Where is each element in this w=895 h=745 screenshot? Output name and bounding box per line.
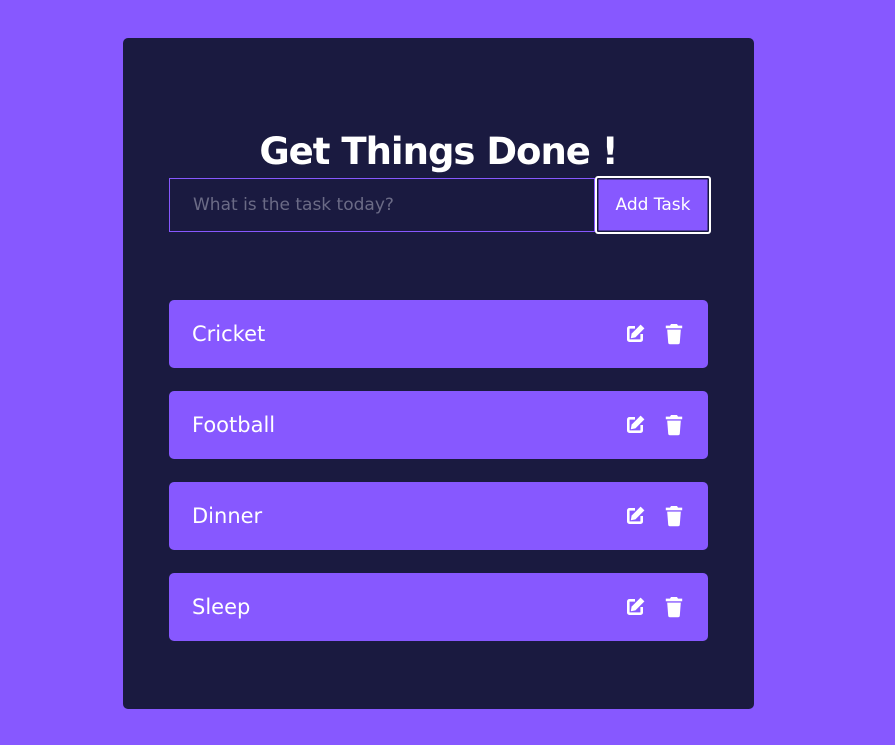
todo-actions <box>623 504 686 528</box>
edit-icon[interactable] <box>623 322 647 346</box>
todo-label[interactable]: Football <box>192 413 275 437</box>
todo-card: Get Things Done ! Add Task Cricket Footb… <box>123 38 754 709</box>
todo-item: Football <box>169 391 708 459</box>
todo-label[interactable]: Sleep <box>192 595 250 619</box>
todo-item: Cricket <box>169 300 708 368</box>
todo-label[interactable]: Cricket <box>192 322 265 346</box>
todo-label[interactable]: Dinner <box>192 504 262 528</box>
todo-actions <box>623 595 686 619</box>
edit-icon[interactable] <box>623 413 647 437</box>
todo-item: Sleep <box>169 573 708 641</box>
add-task-button[interactable]: Add Task <box>595 176 711 234</box>
trash-icon[interactable] <box>662 413 686 437</box>
edit-icon[interactable] <box>623 504 647 528</box>
trash-icon[interactable] <box>662 322 686 346</box>
trash-icon[interactable] <box>662 504 686 528</box>
edit-icon[interactable] <box>623 595 647 619</box>
task-input[interactable] <box>169 178 595 232</box>
todo-item: Dinner <box>169 482 708 550</box>
page-title: Get Things Done ! <box>259 130 618 173</box>
trash-icon[interactable] <box>662 595 686 619</box>
todo-actions <box>623 413 686 437</box>
todo-actions <box>623 322 686 346</box>
